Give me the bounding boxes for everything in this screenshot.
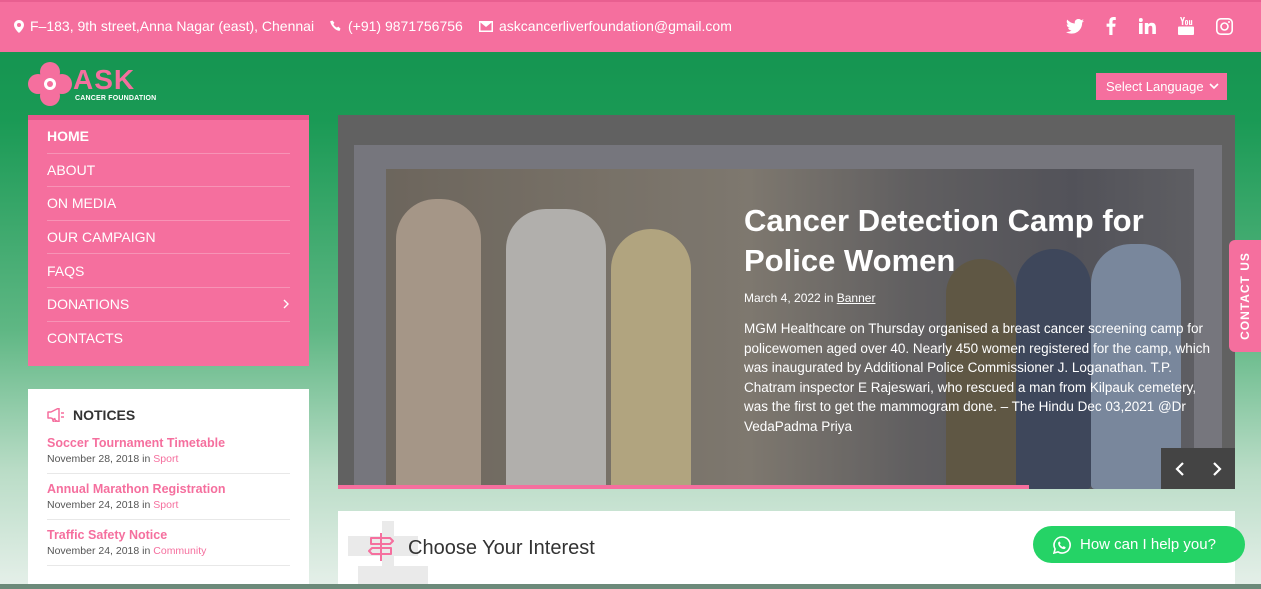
address-info: F–183, 9th street,Anna Nagar (east), Che…: [14, 18, 314, 34]
megaphone-icon: [47, 408, 64, 422]
nav-item-faqs[interactable]: FAQS: [47, 254, 290, 288]
notice-meta: November 28, 2018 in Sport: [47, 453, 290, 465]
language-select[interactable]: Select Language: [1096, 73, 1227, 100]
youtube-icon[interactable]: [1174, 14, 1198, 38]
nav-item-label: DONATIONS: [47, 296, 130, 313]
banner-caption: Cancer Detection Camp for Police Women M…: [744, 201, 1214, 436]
email-info[interactable]: askcancerliverfoundation@gmail.com: [479, 18, 732, 34]
banner-body: MGM Healthcare on Thursday organised a b…: [744, 321, 1210, 434]
nav-item-label: ON MEDIA: [47, 195, 117, 212]
chevron-right-icon: [1212, 461, 1222, 476]
chevron-down-icon: [1209, 83, 1219, 90]
phone-text: (+91) 9871756756: [348, 18, 463, 34]
nav-item-donations[interactable]: DONATIONS: [47, 288, 290, 322]
notice-in: in: [142, 453, 151, 465]
banner-category-link[interactable]: Banner: [837, 291, 876, 305]
nav-item-label: CONTACTS: [47, 330, 123, 347]
bottom-strip: [0, 584, 1261, 589]
main-nav: HOME ABOUT ON MEDIA OUR CAMPAIGN FAQS DO…: [28, 115, 309, 366]
twitter-icon[interactable]: [1063, 14, 1087, 38]
linkedin-icon[interactable]: [1135, 14, 1159, 38]
notice-title-link[interactable]: Traffic Safety Notice: [47, 528, 290, 542]
email-text: askcancerliverfoundation@gmail.com: [499, 18, 732, 34]
whatsapp-icon: [1053, 535, 1071, 554]
list-item: Traffic Safety Notice November 24, 2018 …: [47, 528, 290, 566]
notice-in: in: [142, 499, 151, 511]
signpost-icon: [368, 533, 394, 561]
address-text: F–183, 9th street,Anna Nagar (east), Che…: [30, 18, 315, 34]
flower-logo-icon: [28, 62, 72, 106]
phone-icon: [330, 20, 341, 31]
slider-next-button[interactable]: [1198, 448, 1235, 489]
nav-item-label: ABOUT: [47, 161, 96, 178]
list-item: Soccer Tournament Timetable November 28,…: [47, 436, 290, 474]
language-select-label: Select Language: [1106, 79, 1204, 94]
contact-us-label: CONTACT US: [1238, 252, 1252, 340]
whatsapp-chat-button[interactable]: How can I help you?: [1033, 526, 1245, 563]
choose-interest-title: Choose Your Interest: [408, 537, 595, 559]
instagram-icon[interactable]: [1212, 14, 1236, 38]
banner-slider[interactable]: Cancer Detection Camp for Police Women M…: [338, 115, 1235, 489]
location-pin-icon: [14, 19, 24, 33]
nav-item-label: HOME: [47, 128, 89, 145]
notice-date: November 24, 2018: [47, 499, 140, 511]
notice-category-link[interactable]: Sport: [153, 499, 178, 511]
phone-info[interactable]: (+91) 9871756756: [330, 18, 463, 34]
notices-widget: NOTICES Soccer Tournament Timetable Nove…: [28, 389, 309, 589]
banner-meta: March 4, 2022 in Banner: [744, 291, 1214, 305]
nav-item-on-media[interactable]: ON MEDIA: [47, 187, 290, 221]
list-item: Annual Marathon Registration November 24…: [47, 482, 290, 520]
notice-meta: November 24, 2018 in Sport: [47, 499, 290, 511]
slider-progress-bar: [338, 485, 1029, 489]
chevron-right-icon: [283, 299, 289, 309]
nav-item-about[interactable]: ABOUT: [47, 154, 290, 188]
nav-item-label: FAQS: [47, 262, 85, 279]
nav-item-home[interactable]: HOME: [47, 120, 290, 154]
notice-date: November 24, 2018: [47, 545, 140, 557]
nav-item-contacts[interactable]: CONTACTS: [47, 322, 290, 356]
site-logo[interactable]: ASK CANCER FOUNDATION: [28, 62, 188, 106]
slider-prev-button[interactable]: [1161, 448, 1198, 489]
envelope-icon: [479, 20, 493, 32]
nav-item-our-campaign[interactable]: OUR CAMPAIGN: [47, 221, 290, 255]
notice-title-link[interactable]: Annual Marathon Registration: [47, 482, 290, 496]
logo-name: ASK: [73, 64, 136, 95]
notice-title-link[interactable]: Soccer Tournament Timetable: [47, 436, 290, 450]
banner-date: March 4, 2022: [744, 291, 821, 305]
contact-us-tab[interactable]: CONTACT US: [1229, 240, 1261, 352]
notice-in: in: [142, 545, 151, 557]
logo-tagline: CANCER FOUNDATION: [75, 95, 157, 102]
facebook-icon[interactable]: [1099, 14, 1123, 38]
banner-title[interactable]: Cancer Detection Camp for Police Women: [744, 201, 1214, 281]
nav-item-label: OUR CAMPAIGN: [47, 229, 156, 246]
notices-title: NOTICES: [73, 407, 136, 423]
chevron-left-icon: [1174, 461, 1184, 476]
notices-heading: NOTICES: [47, 407, 290, 423]
notice-category-link[interactable]: Sport: [153, 453, 178, 465]
slider-arrows: [1161, 448, 1235, 489]
whatsapp-label: How can I help you?: [1080, 536, 1216, 553]
notice-date: November 28, 2018: [47, 453, 140, 465]
notice-category-link[interactable]: Community: [153, 545, 206, 557]
notice-meta: November 24, 2018 in Community: [47, 545, 290, 557]
top-bar: F–183, 9th street,Anna Nagar (east), Che…: [0, 0, 1261, 52]
banner-in: in: [824, 291, 834, 305]
